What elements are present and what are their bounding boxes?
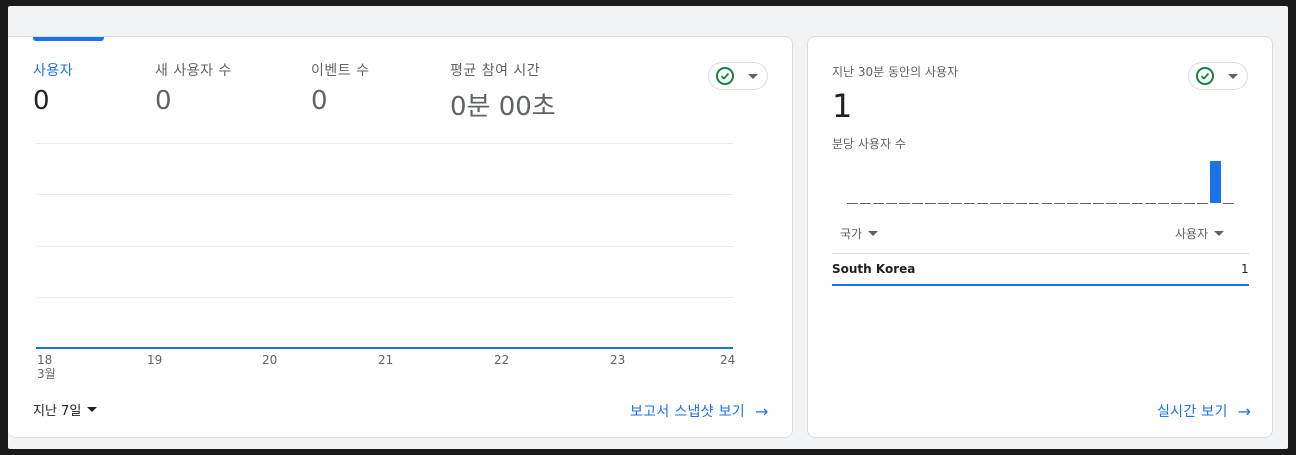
per-minute-bar [1119, 203, 1131, 204]
metric-value: 0분 00초 [450, 92, 556, 122]
metric-value: 0 [33, 86, 50, 116]
x-tick-label: 20 [262, 353, 278, 367]
x-tick-label: 19 [147, 353, 163, 367]
x-tick-label: 22 [494, 353, 510, 367]
table-cell-country: South Korea [832, 262, 916, 276]
per-minute-bar [1080, 203, 1092, 204]
per-minute-bar [1093, 203, 1105, 204]
per-minute-bar [1145, 203, 1157, 204]
caret-down-icon [87, 407, 98, 412]
per-minute-bar [950, 203, 962, 204]
per-minute-bar [963, 203, 975, 204]
per-minute-bar [1002, 203, 1014, 204]
chevron-down-icon [748, 73, 758, 79]
per-minute-bar [924, 203, 936, 204]
arrow-right-icon: → [1237, 401, 1252, 421]
date-range-label: 지난 7일 [33, 404, 82, 419]
chart-series-line [36, 347, 733, 349]
per-minute-bar [885, 203, 897, 204]
per-minute-bar [976, 203, 988, 204]
metric-value: 0 [311, 86, 328, 116]
active-tab-indicator [33, 37, 104, 41]
check-circle-icon [1196, 67, 1214, 85]
dashboard-frame: 사용자 0 새 사용자 수 0 이벤트 수 0 평균 참여 시간 0분 00초 … [8, 6, 1288, 449]
check-circle-icon [716, 67, 734, 85]
caret-down-icon [868, 231, 879, 236]
caret-down-icon [1214, 231, 1225, 236]
per-minute-bar [1067, 203, 1079, 204]
x-tick-label: 24 [720, 353, 736, 367]
per-minute-bar [989, 203, 1001, 204]
view-snapshot-link[interactable]: 보고서 스냅샷 보기 → [630, 401, 769, 421]
chart-gridline [36, 297, 733, 298]
realtime-title: 지난 30분 동안의 사용자 [832, 65, 959, 79]
per-minute-bar [859, 203, 871, 204]
metric-label: 사용자 [33, 63, 74, 79]
per-minute-bar [872, 203, 884, 204]
data-quality-button[interactable] [1188, 62, 1248, 90]
arrow-right-icon: → [754, 401, 769, 421]
metric-label: 새 사용자 수 [155, 63, 232, 79]
date-range-select[interactable]: 지난 7일 [33, 400, 98, 419]
view-realtime-label: 실시간 보기 [1157, 404, 1228, 420]
per-minute-bar [847, 203, 858, 204]
per-minute-bar [937, 203, 949, 204]
view-realtime-link[interactable]: 실시간 보기 → [1157, 401, 1251, 421]
per-minute-bar [1197, 203, 1209, 204]
per-minute-bar [1132, 203, 1144, 204]
per-minute-bar [1015, 203, 1027, 204]
per-minute-bar [1106, 203, 1118, 204]
country-header-label: 국가 [840, 227, 863, 241]
realtime-card: 지난 30분 동안의 사용자 1 분당 사용자 수 국가 사용자 South K… [807, 36, 1273, 438]
metric-new-users[interactable]: 새 사용자 수 0 [155, 60, 232, 116]
x-month-label: 3월 [37, 367, 56, 381]
chevron-down-icon [1228, 73, 1238, 79]
metric-value: 0 [155, 86, 172, 116]
x-tick-label: 23 [610, 353, 626, 367]
metric-avg-engagement[interactable]: 평균 참여 시간 0분 00초 [450, 60, 556, 123]
view-snapshot-label: 보고서 스냅샷 보기 [630, 404, 745, 420]
metric-events[interactable]: 이벤트 수 0 [311, 60, 369, 116]
per-minute-bar [1028, 203, 1040, 204]
per-minute-bar [898, 203, 910, 204]
users-header-label: 사용자 [1175, 227, 1209, 241]
per-minute-bar [1184, 203, 1196, 204]
data-quality-button[interactable] [708, 62, 768, 90]
per-minute-bar [1054, 203, 1066, 204]
per-minute-bar [911, 203, 923, 204]
per-minute-bar [1171, 203, 1183, 204]
x-tick-label: 21 [378, 353, 394, 367]
chart-gridline [36, 143, 733, 144]
realtime-value: 1 [832, 87, 853, 125]
metric-label: 이벤트 수 [311, 63, 370, 79]
country-column-header[interactable]: 국가 [840, 225, 879, 242]
per-minute-bar [1210, 161, 1222, 203]
table-cell-users: 1 [1241, 262, 1249, 276]
overview-card: 사용자 0 새 사용자 수 0 이벤트 수 0 평균 참여 시간 0분 00초 … [8, 36, 793, 438]
metric-users[interactable]: 사용자 0 [33, 60, 73, 116]
per-minute-bar [1158, 203, 1170, 204]
per-minute-bar [1041, 203, 1053, 204]
per-minute-bar [1223, 203, 1234, 204]
chart-gridline [36, 246, 733, 247]
per-minute-label: 분당 사용자 수 [832, 137, 906, 151]
chart-gridline [36, 194, 733, 195]
table-divider [832, 253, 1249, 254]
users-column-header[interactable]: 사용자 [1175, 225, 1225, 242]
metric-label: 평균 참여 시간 [450, 63, 541, 79]
table-row-bar [832, 284, 1249, 286]
